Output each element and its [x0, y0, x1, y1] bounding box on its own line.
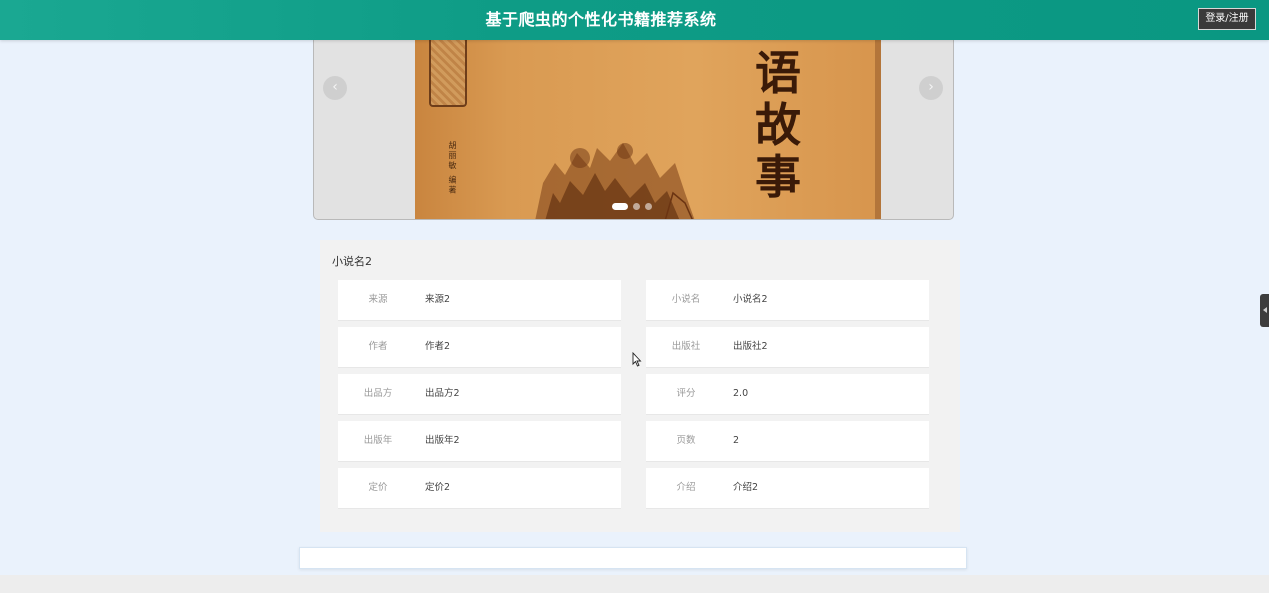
field-value: 作者2: [425, 341, 451, 352]
field-pages: 页数 2: [646, 421, 929, 462]
field-label: 出版社: [671, 341, 701, 352]
field-source: 来源 来源2: [338, 280, 621, 321]
field-introduction: 介绍 介绍2: [646, 468, 929, 509]
login-register-button[interactable]: 登录/注册: [1198, 8, 1256, 30]
carousel-dot-3[interactable]: [645, 203, 652, 210]
field-value: 2: [733, 435, 740, 446]
field-label: 定价: [368, 482, 388, 493]
book-name-heading: 小说名2: [332, 255, 372, 268]
field-label: 评分: [676, 388, 696, 399]
field-value: 出版年2: [425, 435, 460, 446]
field-price: 定价 定价2: [338, 468, 621, 509]
field-value: 定价2: [425, 482, 451, 493]
field-publisher: 出版社 出版社2: [646, 327, 929, 368]
field-value: 小说名2: [733, 294, 768, 305]
field-value: 出版社2: [733, 341, 768, 352]
field-novel-name: 小说名 小说名2: [646, 280, 929, 321]
field-label: 页数: [676, 435, 696, 446]
cover-spine-shadow: [875, 31, 881, 219]
top-navigation-bar: 基于爬虫的个性化书籍推荐系统 登录/注册: [0, 0, 1269, 40]
field-value: 来源2: [425, 294, 451, 305]
field-author: 作者 作者2: [338, 327, 621, 368]
field-publish-year: 出版年 出版年2: [338, 421, 621, 462]
mouse-cursor-icon: [632, 352, 642, 367]
book-cover-image: 胡丽敏 编著 语 故 事: [415, 31, 881, 219]
side-collapse-tab[interactable]: [1260, 294, 1269, 327]
field-rating: 评分 2.0: [646, 374, 929, 415]
site-title: 基于爬虫的个性化书籍推荐系统: [485, 10, 717, 29]
field-label: 出版年: [363, 435, 393, 446]
carousel-prev-arrow-icon[interactable]: ‹: [323, 76, 347, 100]
page-footer: [0, 575, 1269, 593]
cover-decorative-frame: [429, 31, 467, 107]
field-value: 出品方2: [425, 388, 460, 399]
field-label: 作者: [368, 341, 388, 352]
cover-author-text: 胡丽敏 编著: [448, 141, 457, 196]
field-value: 2.0: [733, 388, 749, 399]
field-label: 来源: [368, 294, 388, 305]
field-label: 介绍: [676, 482, 696, 493]
carousel-dot-1[interactable]: [612, 203, 628, 210]
carousel-indicator: [612, 203, 657, 211]
comment-input-box[interactable]: [299, 547, 967, 569]
book-carousel[interactable]: 胡丽敏 编著 语 故 事 ‹ ›: [313, 30, 954, 220]
field-value: 介绍2: [733, 482, 759, 493]
carousel-next-arrow-icon[interactable]: ›: [919, 76, 943, 100]
carousel-dot-2[interactable]: [633, 203, 640, 210]
field-producer: 出品方 出品方2: [338, 374, 621, 415]
book-detail-panel: 小说名2 来源 来源2 小说名 小说名2 作者 作者2 出版社 出版社2 出品方…: [320, 240, 960, 532]
cover-char-3: 事: [755, 150, 801, 204]
field-label: 小说名: [671, 294, 701, 305]
field-label: 出品方: [363, 388, 393, 399]
